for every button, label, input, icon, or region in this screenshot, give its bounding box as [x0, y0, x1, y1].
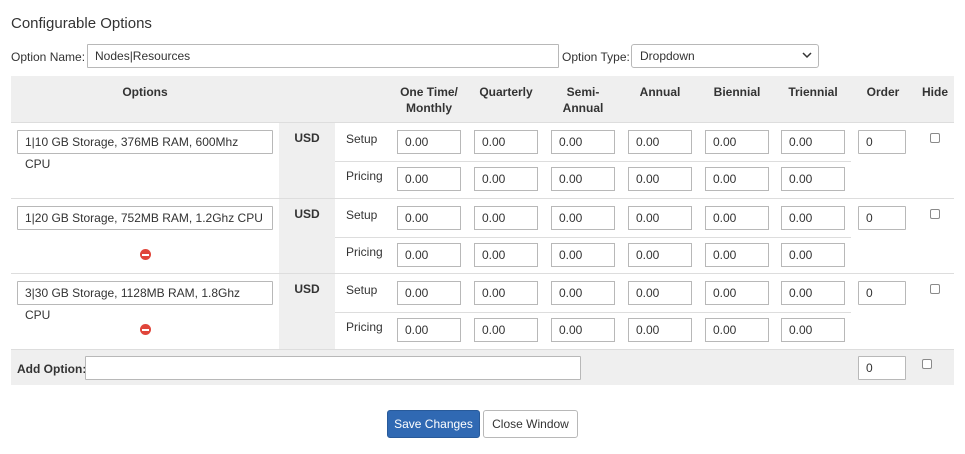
setup-price-input[interactable]: 0.00	[705, 281, 769, 305]
setup-price-input[interactable]: 0.00	[628, 281, 692, 305]
page-title: Configurable Options	[11, 15, 152, 32]
setup-price-input[interactable]: 0.00	[781, 281, 845, 305]
hide-checkbox[interactable]	[930, 133, 940, 143]
setup-price-input[interactable]: 0.00	[397, 130, 461, 154]
pricing-price-input[interactable]: 0.00	[628, 243, 692, 267]
add-option-order-input[interactable]: 0	[858, 356, 906, 380]
close-window-button[interactable]: Close Window	[483, 410, 578, 438]
header-triennial: Triennial	[788, 85, 838, 99]
pricing-price-input[interactable]: 0.00	[551, 318, 615, 342]
setup-price-input[interactable]: 0.00	[551, 281, 615, 305]
add-option-input[interactable]	[85, 356, 581, 380]
pricing-price-input[interactable]: 0.00	[781, 243, 845, 267]
header-options: Options	[122, 85, 168, 99]
pricing-price-input[interactable]: 0.00	[705, 243, 769, 267]
pricing-price-input[interactable]: 0.00	[551, 167, 615, 191]
pricing-price-input[interactable]: 0.00	[474, 318, 538, 342]
currency-column: USD	[279, 199, 335, 274]
currency-label: USD	[294, 131, 320, 145]
pricing-label: Pricing	[346, 245, 383, 259]
pricing-price-input[interactable]: 0.00	[551, 243, 615, 267]
add-option-hide-checkbox[interactable]	[922, 359, 932, 369]
option-header-row: Option Name: Nodes|Resources Option Type…	[11, 44, 954, 68]
order-input[interactable]: 0	[858, 281, 906, 305]
header-hide: Hide	[921, 85, 948, 99]
pricing-price-input[interactable]: 0.00	[474, 167, 538, 191]
setup-price-input[interactable]: 0.00	[397, 281, 461, 305]
row-divider	[335, 161, 851, 162]
row-divider	[335, 237, 851, 238]
chevron-down-icon	[802, 52, 812, 59]
setup-price-input[interactable]: 0.00	[551, 130, 615, 154]
pricing-price-input[interactable]: 0.00	[397, 243, 461, 267]
setup-label: Setup	[346, 208, 378, 222]
setup-price-input[interactable]: 0.00	[628, 206, 692, 230]
setup-price-input[interactable]: 0.00	[781, 130, 845, 154]
option-name-field[interactable]: 1|20 GB Storage, 752MB RAM, 1.2Ghz CPU	[17, 206, 273, 230]
remove-option-icon[interactable]	[140, 249, 151, 260]
pricing-label: Pricing	[346, 320, 383, 334]
setup-price-input[interactable]: 0.00	[474, 130, 538, 154]
pricing-price-input[interactable]: 0.00	[705, 318, 769, 342]
header-biennial: Biennial	[713, 85, 761, 99]
add-option-label: Add Option:	[17, 362, 87, 376]
setup-price-input[interactable]: 0.00	[628, 130, 692, 154]
setup-price-input[interactable]: 0.00	[705, 206, 769, 230]
option-name-label: Option Name:	[11, 50, 86, 64]
order-input[interactable]: 0	[858, 130, 906, 154]
currency-label: USD	[294, 282, 320, 296]
header-semi-annual: Semi- Annual	[562, 85, 604, 115]
setup-label: Setup	[346, 283, 378, 297]
pricing-label: Pricing	[346, 169, 383, 183]
option-type-value: Dropdown	[640, 49, 695, 63]
header-annual: Annual	[639, 85, 681, 99]
pricing-price-input[interactable]: 0.00	[781, 167, 845, 191]
option-block: 1|20 GB Storage, 752MB RAM, 1.2Ghz CPU US…	[11, 198, 954, 274]
pricing-price-input[interactable]: 0.00	[628, 167, 692, 191]
table-header: Options One Time/Monthly Quarterly Semi-…	[11, 76, 954, 122]
add-option-row: Add Option: 0	[11, 349, 954, 385]
setup-price-input[interactable]: 0.00	[781, 206, 845, 230]
pricing-price-input[interactable]: 0.00	[474, 243, 538, 267]
currency-label: USD	[294, 207, 320, 221]
currency-column: USD	[279, 274, 335, 349]
header-quarterly: Quarterly	[479, 85, 533, 99]
option-block: 1|10 GB Storage, 376MB RAM, 600Mhz CPU US…	[11, 122, 954, 198]
option-name-field[interactable]: 3|30 GB Storage, 1128MB RAM, 1.8Ghz CPU	[17, 281, 273, 322]
pricing-price-input[interactable]: 0.00	[397, 167, 461, 191]
pricing-price-input[interactable]: 0.00	[628, 318, 692, 342]
save-changes-button[interactable]: Save Changes	[387, 410, 480, 438]
pricing-price-input[interactable]: 0.00	[397, 318, 461, 342]
remove-option-icon[interactable]	[140, 324, 151, 335]
setup-price-input[interactable]: 0.00	[397, 206, 461, 230]
setup-label: Setup	[346, 132, 378, 146]
hide-checkbox[interactable]	[930, 284, 940, 294]
setup-price-input[interactable]: 0.00	[474, 281, 538, 305]
option-type-label: Option Type:	[562, 50, 630, 64]
hide-checkbox[interactable]	[930, 209, 940, 219]
order-input[interactable]: 0	[858, 206, 906, 230]
header-order: Order	[866, 85, 900, 99]
pricing-price-input[interactable]: 0.00	[781, 318, 845, 342]
setup-price-input[interactable]: 0.00	[705, 130, 769, 154]
currency-column: USD	[279, 123, 335, 198]
option-name-input[interactable]: Nodes|Resources	[87, 44, 559, 68]
pricing-price-input[interactable]: 0.00	[705, 167, 769, 191]
option-block: 3|30 GB Storage, 1128MB RAM, 1.8Ghz CPU U…	[11, 273, 954, 349]
setup-price-input[interactable]: 0.00	[551, 206, 615, 230]
option-name-field[interactable]: 1|10 GB Storage, 376MB RAM, 600Mhz CPU	[17, 130, 273, 171]
setup-price-input[interactable]: 0.00	[474, 206, 538, 230]
header-one-time-monthly: One Time/Monthly	[400, 85, 458, 115]
row-divider	[335, 312, 851, 313]
option-type-select[interactable]: Dropdown	[631, 44, 819, 68]
